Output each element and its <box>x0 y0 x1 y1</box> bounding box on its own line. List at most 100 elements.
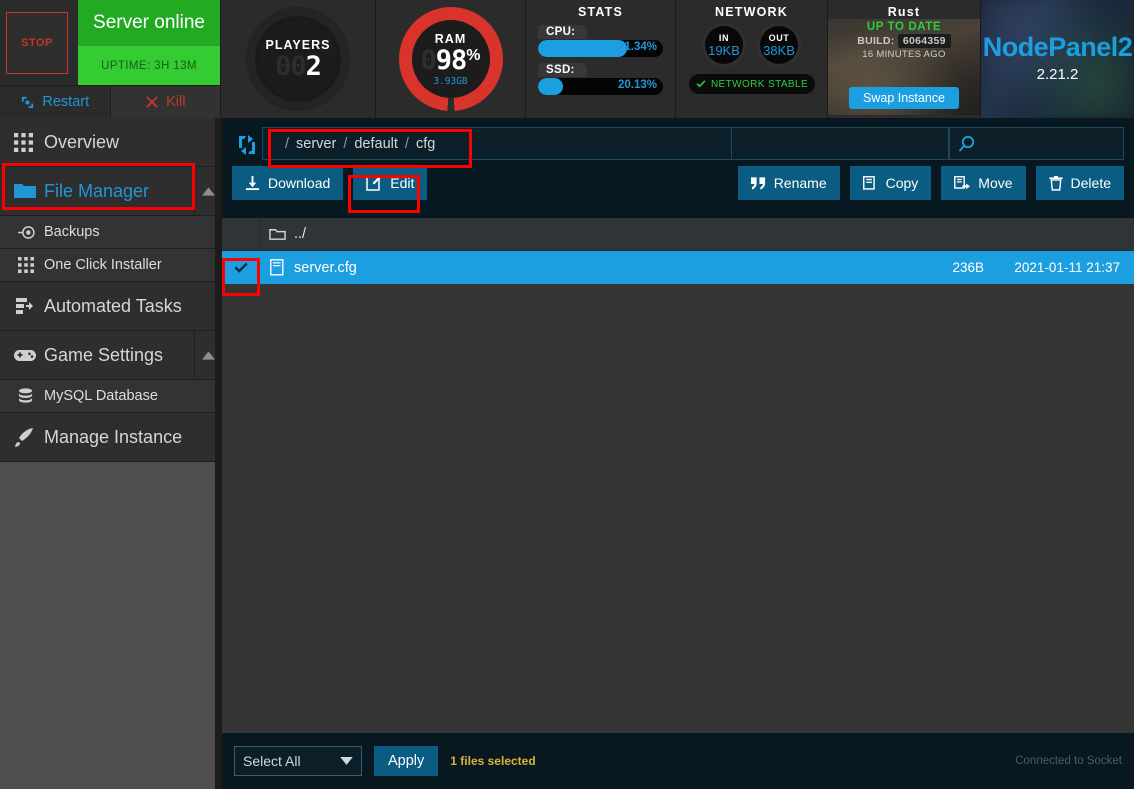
game-build-row: BUILD: 6064359 <box>828 35 980 47</box>
brand-name: NodePanel2 <box>981 32 1134 63</box>
close-icon <box>145 95 159 109</box>
ssd-bar-block: SSD: 20.13% <box>526 57 675 95</box>
rename-label: Rename <box>774 175 827 191</box>
sidebar-item-file-manager[interactable]: File Manager <box>0 167 222 216</box>
brand-name-text: NodePanel <box>983 32 1118 62</box>
game-tile: Rust UP TO DATE BUILD: 6064359 16 MINUTE… <box>827 0 980 118</box>
swap-instance-button[interactable]: Swap Instance <box>849 87 959 109</box>
cpu-value: 71.34% <box>618 41 657 53</box>
game-update-status: UP TO DATE <box>828 21 980 33</box>
ram-label: RAM <box>435 32 466 46</box>
file-manager-footer: Select All Apply 1 files selected Connec… <box>222 733 1134 789</box>
breadcrumb-path-input[interactable]: / server / default / cfg <box>262 127 732 160</box>
server-action-row: Restart Kill <box>0 85 220 118</box>
rename-button[interactable]: Rename <box>738 166 840 200</box>
players-value: 2 <box>306 51 321 82</box>
brand-tile: NodePanel2 2.21.2 <box>980 0 1134 118</box>
breadcrumb-segment[interactable]: server <box>296 136 336 152</box>
game-update-text: UP TO DATE BUILD: 6064359 16 MINUTES AGO <box>828 19 980 60</box>
path-row: / server / default / cfg <box>222 118 1134 162</box>
cpu-bar-track: 71.34% <box>538 40 663 57</box>
sidebar-item-label: Game Settings <box>44 345 163 366</box>
sidebar-item-game-settings[interactable]: Game Settings <box>0 331 222 380</box>
players-gauge: PLAYERS 002 <box>246 7 350 111</box>
stop-button[interactable]: STOP <box>6 12 68 74</box>
ram-unit: % <box>466 47 480 64</box>
check-icon <box>695 78 707 90</box>
copy-icon <box>863 176 878 191</box>
ram-dim-digits: 0 <box>420 45 435 76</box>
sidebar-item-label: Backups <box>44 224 100 240</box>
sidebar-item-automated-tasks[interactable]: Automated Tasks <box>0 282 222 331</box>
kill-button[interactable]: Kill <box>110 85 221 118</box>
players-dim-digits: 00 <box>275 51 306 82</box>
folder-icon <box>14 182 44 200</box>
bulk-action-value: Select All <box>243 753 301 769</box>
grid-small-icon <box>18 257 44 273</box>
table-row[interactable]: server.cfg 236B 2021-01-11 21:37 <box>222 251 1134 284</box>
network-in: IN 19KB <box>701 22 747 68</box>
edit-button[interactable]: Edit <box>353 166 427 200</box>
breadcrumb-sep: / <box>343 136 347 152</box>
players-value-wrap: 002 <box>275 53 321 80</box>
search-input[interactable] <box>976 136 1106 151</box>
game-checked-ago: 16 MINUTES AGO <box>828 49 980 60</box>
trash-icon <box>1049 176 1063 191</box>
path-spacer <box>732 127 949 160</box>
game-title: Rust <box>828 0 980 19</box>
file-name[interactable]: server.cfg <box>294 260 864 276</box>
sidebar-item-manage-instance[interactable]: Manage Instance <box>0 413 222 462</box>
sidebar-item-label: MySQL Database <box>44 388 158 404</box>
download-label: Download <box>268 175 330 191</box>
search-box[interactable] <box>949 127 1124 160</box>
stats-title: STATS <box>526 0 675 19</box>
file-list: ../ server.cfg 236B 2021-01-11 21:37 <box>222 218 1134 751</box>
breadcrumb-sep: / <box>285 136 289 152</box>
sidebar-nav: Overview File Manager Backups <box>0 118 222 462</box>
refresh-button[interactable] <box>232 127 262 162</box>
players-tile: PLAYERS 002 <box>220 0 375 118</box>
ram-sub-value: 3.93GB <box>433 76 467 87</box>
sidebar-item-overview[interactable]: Overview <box>0 118 222 167</box>
sidebar: Overview File Manager Backups <box>0 118 222 789</box>
move-icon <box>954 176 970 191</box>
tasks-icon <box>14 297 44 316</box>
server-status-box: Server online UPTIME: 3H 13M <box>78 0 220 85</box>
server-uptime-label: UPTIME: 3H 13M <box>78 46 220 85</box>
stop-button-wrap: STOP <box>0 0 74 85</box>
quote-icon <box>751 177 766 190</box>
nodepanel-app: STOP Server online UPTIME: 3H 13M Restar… <box>0 0 1134 789</box>
ssd-label: SSD: <box>538 63 587 77</box>
delete-label: Delete <box>1071 175 1111 191</box>
sidebar-item-backups[interactable]: Backups <box>0 216 222 249</box>
game-update-body: UP TO DATE BUILD: 6064359 16 MINUTES AGO… <box>828 19 980 115</box>
move-button[interactable]: Move <box>941 166 1025 200</box>
download-button[interactable]: Download <box>232 166 343 200</box>
game-build-value: 6064359 <box>898 34 951 48</box>
restart-button[interactable]: Restart <box>0 85 110 118</box>
breadcrumb-segment[interactable]: cfg <box>416 136 435 152</box>
file-name[interactable]: ../ <box>294 226 864 242</box>
delete-button[interactable]: Delete <box>1036 166 1124 200</box>
bulk-action-select[interactable]: Select All <box>234 746 362 776</box>
file-action-right-group: Rename Copy Move <box>738 166 1124 200</box>
restart-icon <box>20 95 35 110</box>
sidebar-item-mysql-database[interactable]: MySQL Database <box>0 380 222 413</box>
grid-icon <box>14 133 44 152</box>
network-in-value: 19KB <box>708 43 740 58</box>
network-out-value: 38KB <box>763 43 795 58</box>
breadcrumb-segment[interactable]: default <box>354 136 398 152</box>
sidebar-scrollbar[interactable] <box>215 118 222 789</box>
top-status-bar: STOP Server online UPTIME: 3H 13M Restar… <box>0 0 1134 118</box>
ssd-value: 20.13% <box>618 79 657 91</box>
edit-label: Edit <box>390 175 414 191</box>
table-row[interactable]: ../ <box>222 218 1134 251</box>
ram-gauge-inner: RAM 098% 3.93GB <box>412 20 490 98</box>
network-out: OUT 38KB <box>756 22 802 68</box>
sidebar-item-one-click-installer[interactable]: One Click Installer <box>0 249 222 282</box>
game-build-label: BUILD: <box>857 35 894 47</box>
copy-button[interactable]: Copy <box>850 166 932 200</box>
row-checkbox[interactable] <box>222 251 260 284</box>
apply-button[interactable]: Apply <box>374 746 438 776</box>
ram-gauge: RAM 098% 3.93GB <box>399 7 503 111</box>
